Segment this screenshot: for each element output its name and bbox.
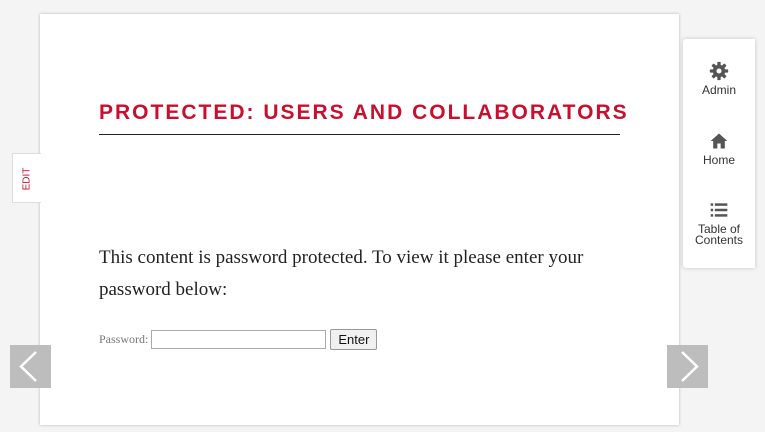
nav-item-toc[interactable]: Table of Contents [683,200,755,246]
next-page-button[interactable] [667,345,708,388]
password-input[interactable] [151,329,327,349]
nav-item-admin[interactable]: Admin [683,61,755,96]
chevron-right-icon [681,351,699,382]
nav-toc-label-line2: Contents [694,233,744,247]
nav-item-home[interactable]: Home [683,131,755,166]
gear-icon [709,61,729,81]
list-icon [710,203,728,217]
enter-button[interactable]: Enter [330,328,378,350]
protected-message: This content is password protected. To v… [99,247,584,300]
prev-page-button[interactable] [10,345,51,388]
page-title: PROTECTED: USERS AND COLLABORATORS [99,101,629,124]
nav-admin-label: Admin [701,83,736,97]
edit-tab[interactable]: EDIT [12,153,41,203]
side-nav: Admin Home Table of Contents [683,39,755,268]
password-form: Password: Enter [99,328,378,350]
password-label: Password: [99,331,149,346]
title-divider [99,134,620,135]
home-icon [710,133,728,149]
chevron-left-icon [19,351,37,382]
content-page: PROTECTED: USERS AND COLLABORATORS This … [40,14,679,425]
nav-home-label: Home [702,153,735,167]
edit-tab-label: EDIT [21,167,33,191]
